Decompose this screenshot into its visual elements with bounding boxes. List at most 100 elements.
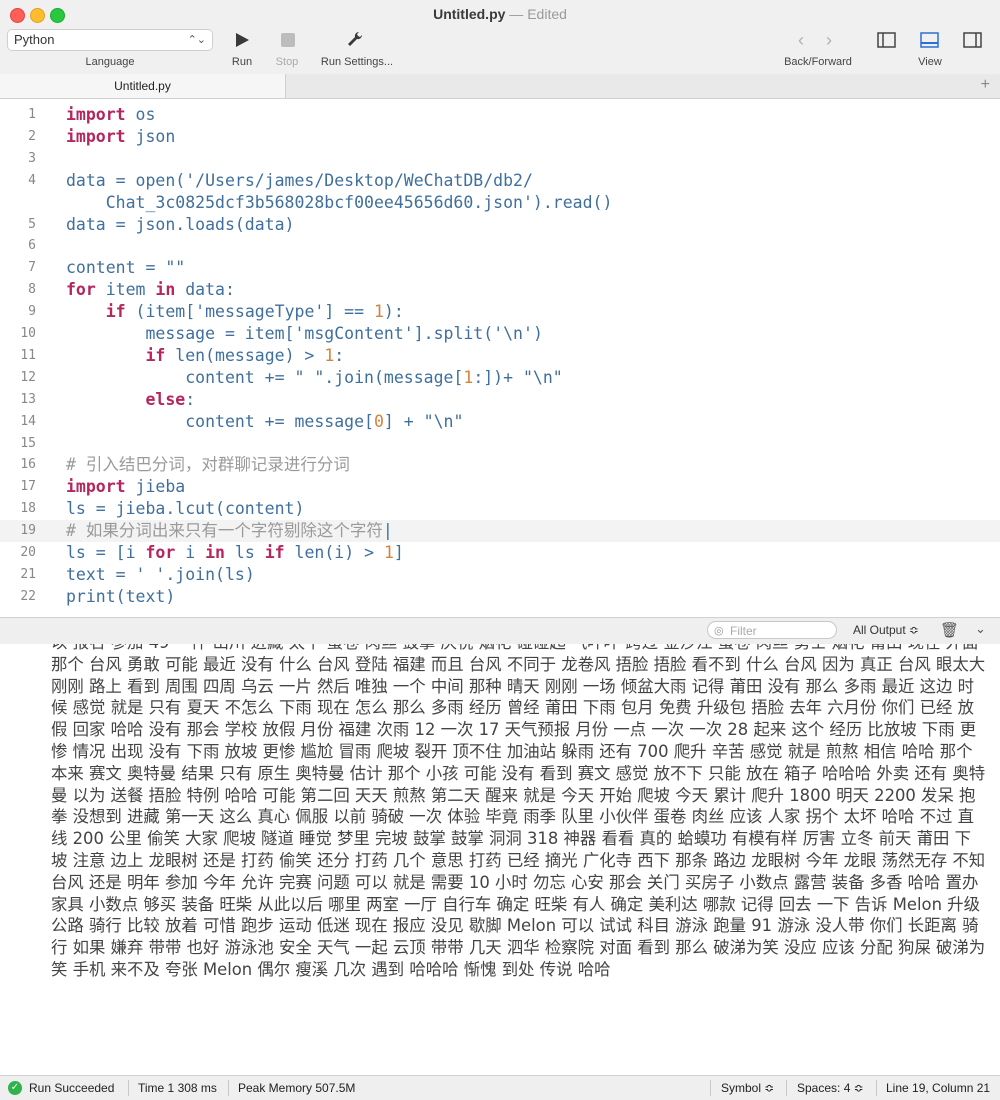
stop-label: Stop (275, 56, 299, 68)
line-number: 13 (20, 391, 36, 407)
code-line[interactable]: 10 message = item['msgContent'].split('\… (0, 323, 1000, 345)
line-number: 18 (20, 501, 36, 517)
code-text: if len(message) > 1: (145, 345, 345, 365)
line-number: 2 (28, 128, 36, 144)
code-text: message = item['msgContent'].split('\n') (66, 324, 543, 343)
cursor-position: Line 19, Column 21 (886, 1081, 991, 1095)
line-number: 19 (20, 523, 36, 539)
run-label: Run (231, 56, 253, 68)
output-text: 以 报名 参加 49 一件 山川 进藏 太平 蛋卷 肉丝 鼓掌 庆祝 烟花 碰碰… (51, 644, 986, 979)
code-line[interactable]: 9 if (item['messageType'] == 1): (0, 301, 1000, 323)
code-text: import jieba (66, 477, 186, 497)
code-line[interactable]: Chat_3c0825dcf3b568028bcf00ee45656d60.js… (0, 192, 1000, 214)
window-title-filename: Untitled.py (433, 6, 506, 22)
forward-chevron-icon[interactable]: › (826, 30, 832, 51)
code-line[interactable]: 19 # 如果分词出来只有一个字符剔除这个字符| (0, 520, 1000, 542)
run-time: Time 1 308 ms (138, 1081, 217, 1095)
code-text: ls = jieba.lcut(content) (66, 499, 305, 519)
window-title-status: Edited (527, 6, 567, 22)
code-text: print(text) (66, 586, 176, 606)
code-line[interactable]: 7 content = "" (0, 257, 1000, 279)
line-number: 12 (20, 369, 36, 385)
title-bar: Untitled.py — Edited Python ⌃⌄ Language … (0, 0, 1000, 75)
chevron-updown-icon: ⌃⌄ (187, 34, 206, 46)
sidebar-right-icon[interactable] (963, 32, 982, 48)
peak-memory: Peak Memory 507.5M (238, 1081, 356, 1095)
line-number: 5 (28, 216, 36, 232)
window-title: Untitled.py — Edited (0, 6, 1000, 22)
divider (786, 1080, 787, 1096)
code-text: text = ' '.join(ls) (66, 564, 255, 584)
spaces-select[interactable]: Spaces: 4 ≎ (797, 1081, 864, 1095)
code-line[interactable]: 11 if len(message) > 1: (0, 345, 1000, 367)
line-number: 11 (20, 347, 36, 363)
code-line[interactable]: 4 data = open('/Users/james/Desktop/WeCha… (0, 170, 1000, 192)
back-chevron-icon[interactable]: ‹ (798, 30, 804, 51)
output-type-select[interactable]: All Output ≎ (853, 623, 919, 637)
code-line[interactable]: 16 # 引入结巴分词，对群聊记录进行分词 (0, 454, 1000, 476)
code-text: import os (66, 105, 156, 124)
line-number: 21 (20, 566, 36, 582)
code-line[interactable]: 8 for item in data: (0, 279, 1000, 301)
line-number: 8 (28, 282, 36, 298)
code-text: # 如果分词出来只有一个字符剔除这个字符| (66, 521, 393, 541)
code-line[interactable]: 21 text = ' '.join(ls) (0, 564, 1000, 586)
code-text: else: (145, 389, 196, 409)
code-line[interactable]: 13 else: (0, 389, 1000, 411)
code-line[interactable]: 22 print(text) (0, 586, 1000, 608)
chevron-down-icon[interactable]: ⌄ (975, 621, 986, 637)
run-status: Run Succeeded (29, 1081, 115, 1095)
code-line[interactable]: 15 (0, 433, 1000, 455)
divider (710, 1080, 711, 1096)
stop-icon (281, 33, 295, 47)
wrench-icon[interactable] (346, 30, 364, 48)
line-number: 9 (28, 304, 36, 320)
code-line[interactable]: 2 import json (0, 126, 1000, 148)
line-number: 1 (28, 107, 36, 122)
code-text: import json (66, 126, 176, 146)
filter-icon: ◎ (714, 625, 724, 637)
backforward-label: Back/Forward (784, 56, 852, 68)
language-select[interactable]: Python ⌃⌄ (7, 29, 213, 51)
window-title-separator: — (505, 6, 528, 22)
divider (876, 1080, 877, 1096)
run-icon[interactable] (234, 32, 250, 48)
code-line[interactable]: 12 content += " ".join(message[1:])+ "\n… (0, 367, 1000, 389)
code-line[interactable]: 14 content += message[0] + "\n" (0, 411, 1000, 433)
sidebar-left-icon[interactable] (877, 32, 896, 48)
code-text: # 引入结巴分词，对群聊记录进行分词 (66, 455, 350, 475)
code-editor[interactable]: 1 import os 2 import json 3 4 data = open('/Us… (0, 99, 1000, 617)
line-number: 14 (20, 413, 36, 429)
symbol-select[interactable]: Symbol ≎ (721, 1081, 774, 1095)
line-number: 6 (28, 238, 36, 254)
status-bar: ✓ Run Succeeded Time 1 308 ms Peak Memor… (0, 1075, 1000, 1100)
code-line[interactable]: 17 import jieba (0, 476, 1000, 498)
code-line[interactable]: 20 ls = [i for i in ls if len(i) > 1] (0, 542, 1000, 564)
view-label: View (918, 56, 942, 68)
new-tab-plus-icon[interactable]: + (981, 76, 990, 94)
line-number: 15 (20, 435, 36, 451)
line-number: 20 (20, 545, 36, 560)
code-text: content = "" (66, 258, 186, 278)
code-text: data = open('/Users/james/Desktop/WeChat… (66, 170, 533, 190)
code-text: content += " ".join(message[1:])+ "\n" (66, 367, 563, 387)
code-text: for item in data: (66, 280, 235, 300)
trash-icon[interactable]: 🗑 (940, 621, 959, 639)
output-filter-input[interactable]: ◎ Filter (707, 621, 837, 639)
code-line[interactable]: 6 (0, 235, 1000, 257)
line-number: 10 (20, 326, 36, 341)
filter-placeholder: Filter (730, 624, 757, 638)
line-number: 4 (28, 172, 36, 188)
code-line[interactable]: 1 import os (0, 104, 1000, 126)
code-line[interactable]: 5 data = json.loads(data) (0, 214, 1000, 236)
console-output[interactable]: 以 报名 参加 49 一件 山川 进藏 太平 蛋卷 肉丝 鼓掌 庆祝 烟花 碰碰… (0, 644, 1000, 1074)
line-number: 17 (20, 479, 36, 495)
code-line[interactable]: 18 ls = jieba.lcut(content) (0, 498, 1000, 520)
code-text: Chat_3c0825dcf3b568028bcf00ee45656d60.js… (105, 192, 613, 212)
code-text: data = json.loads(data) (66, 214, 295, 234)
checkmark-icon: ✓ (8, 1081, 22, 1095)
bottom-panel-icon[interactable] (920, 32, 939, 48)
code-text: ls = [i for i in ls if len(i) > 1] (66, 543, 404, 562)
code-line[interactable]: 3 (0, 148, 1000, 170)
tab-untitled[interactable]: Untitled.py (0, 74, 286, 98)
